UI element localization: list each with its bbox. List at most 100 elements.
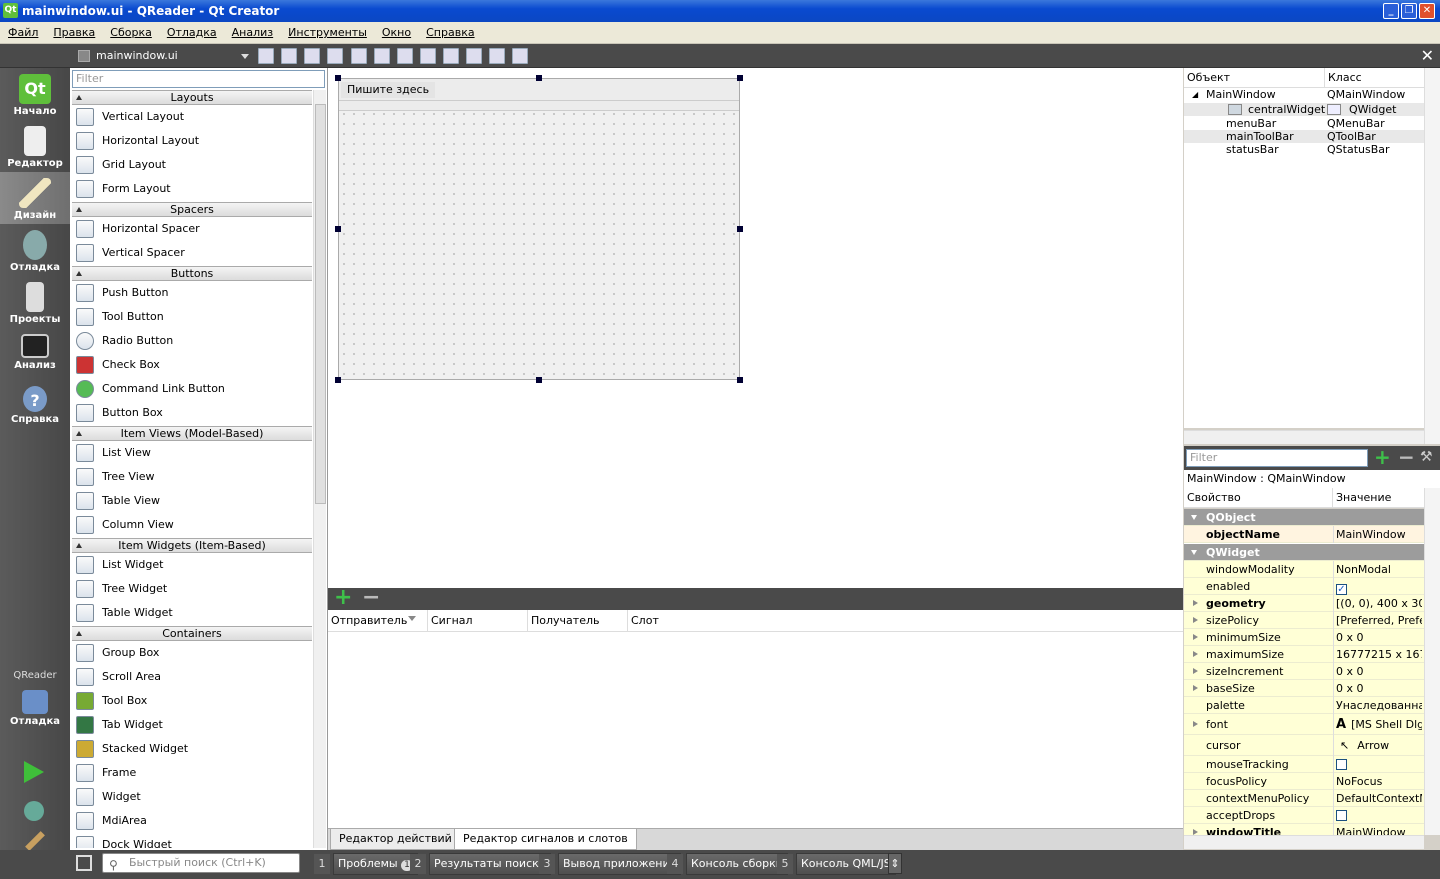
category-spacers[interactable]: Spacers xyxy=(72,202,312,217)
item-horizontal-layout[interactable]: Horizontal Layout xyxy=(74,129,310,153)
adjust-size-icon[interactable] xyxy=(512,48,528,64)
item-tool-button[interactable]: Tool Button xyxy=(74,305,310,329)
resize-handle-nw[interactable] xyxy=(335,75,341,81)
enabled-checkbox[interactable]: ✓ xyxy=(1336,584,1347,595)
menu-help[interactable]: Справка xyxy=(418,22,481,44)
mode-welcome[interactable]: Qt Начало xyxy=(0,68,70,120)
menu-window[interactable]: Окно xyxy=(374,22,418,44)
pane-search-results[interactable]: 2 Результаты поиска xyxy=(410,853,551,875)
prop-windowmodality[interactable]: windowModality NonModal xyxy=(1184,561,1424,578)
col-class[interactable]: Класс xyxy=(1324,68,1362,88)
item-group-box[interactable]: Group Box xyxy=(74,641,310,665)
expand-icon[interactable] xyxy=(1193,651,1198,657)
edit-taborder-icon[interactable] xyxy=(327,48,343,64)
property-filter-input[interactable]: Filter xyxy=(1186,449,1368,467)
menu-file[interactable]: Файл xyxy=(0,22,45,44)
item-vertical-layout[interactable]: Vertical Layout xyxy=(74,105,310,129)
item-tool-box[interactable]: Tool Box xyxy=(74,689,310,713)
prop-windowtitle[interactable]: windowTitle MainWindow xyxy=(1184,824,1424,835)
remove-connection-icon[interactable]: − xyxy=(362,587,380,609)
toggle-sidebar-icon[interactable] xyxy=(76,855,92,871)
layout-form-icon[interactable] xyxy=(443,48,459,64)
resize-handle-e[interactable] xyxy=(737,226,743,232)
prop-cursor[interactable]: cursor ↖ Arrow xyxy=(1184,735,1424,756)
item-list-widget[interactable]: List Widget xyxy=(74,553,310,577)
prop-palette[interactable]: paletteУнаследованная xyxy=(1184,697,1424,714)
mousetracking-checkbox[interactable] xyxy=(1336,759,1347,770)
layout-vertical-icon[interactable] xyxy=(374,48,390,64)
tree-row-maintoolbar[interactable]: mainToolBar QToolBar xyxy=(1184,130,1424,143)
document-combo[interactable]: mainwindow.ui xyxy=(74,47,252,65)
prop-focuspolicy[interactable]: focusPolicy NoFocus xyxy=(1184,773,1424,790)
col-slot[interactable]: Слот xyxy=(628,610,728,632)
resize-handle-ne[interactable] xyxy=(737,75,743,81)
tree-row-statusbar[interactable]: statusBar QStatusBar xyxy=(1184,143,1424,156)
more-panes-icon[interactable]: ⇕ xyxy=(888,853,902,874)
object-tree-vscrollbar[interactable] xyxy=(1424,68,1440,444)
layout-vsplitter-icon[interactable] xyxy=(420,48,436,64)
group-qwidget[interactable]: QWidget xyxy=(1184,544,1424,561)
item-radio-button[interactable]: Radio Button xyxy=(74,329,310,353)
maximize-button[interactable]: ❐ xyxy=(1401,3,1417,19)
item-button-box[interactable]: Button Box xyxy=(74,401,310,425)
col-sender[interactable]: Отправитель xyxy=(328,610,428,632)
item-table-widget[interactable]: Table Widget xyxy=(74,601,310,625)
mode-edit[interactable]: Редактор xyxy=(0,120,70,172)
property-hscrollbar[interactable] xyxy=(1184,835,1424,849)
break-layout-icon[interactable] xyxy=(489,48,505,64)
layout-horizontal-icon[interactable] xyxy=(351,48,367,64)
pane-issues[interactable]: 1 Проблемы 1 xyxy=(314,853,418,875)
item-check-box[interactable]: Check Box xyxy=(74,353,310,377)
mode-analyze[interactable]: Анализ xyxy=(0,328,70,380)
mode-debug[interactable]: Отладка xyxy=(0,224,70,276)
main-window-form[interactable]: Пишите здесь xyxy=(338,78,740,380)
resize-handle-w[interactable] xyxy=(335,226,341,232)
edit-widgets-icon[interactable] xyxy=(258,48,274,64)
menu-debug[interactable]: Отладка xyxy=(159,22,224,44)
item-vertical-spacer[interactable]: Vertical Spacer xyxy=(74,241,310,265)
object-tree-hscrollbar[interactable] xyxy=(1184,430,1424,444)
scrollbar-thumb[interactable] xyxy=(315,104,326,504)
item-list-view[interactable]: List View xyxy=(74,441,310,465)
mode-design[interactable]: Дизайн xyxy=(0,172,70,224)
item-stacked-widget[interactable]: Stacked Widget xyxy=(74,737,310,761)
col-signal[interactable]: Сигнал xyxy=(428,610,528,632)
build-config-selector[interactable]: Отладка xyxy=(0,684,70,736)
col-receiver[interactable]: Получатель xyxy=(528,610,628,632)
menu-analyze[interactable]: Анализ xyxy=(224,22,281,44)
close-button[interactable]: ✕ xyxy=(1419,3,1435,19)
prop-basesize[interactable]: baseSize 0 x 0 xyxy=(1184,680,1424,697)
minimize-button[interactable]: _ xyxy=(1383,3,1399,19)
tree-row-mainwindow[interactable]: ◢ MainWindow QMainWindow xyxy=(1184,88,1424,101)
tree-row-menubar[interactable]: menuBar QMenuBar xyxy=(1184,117,1424,130)
item-horizontal-spacer[interactable]: Horizontal Spacer xyxy=(74,217,310,241)
mode-help[interactable]: ? Справка xyxy=(0,380,70,432)
prop-objectname[interactable]: objectName MainWindow xyxy=(1184,526,1424,543)
wrench-icon[interactable]: ⚒ xyxy=(1420,449,1433,465)
col-property[interactable]: Свойство xyxy=(1184,488,1241,508)
resize-handle-sw[interactable] xyxy=(335,377,341,383)
prop-enabled[interactable]: enabled ✓ xyxy=(1184,578,1424,595)
prop-mousetracking[interactable]: mouseTracking xyxy=(1184,756,1424,773)
item-tree-view[interactable]: Tree View xyxy=(74,465,310,489)
prop-contextmenupolicy[interactable]: contextMenuPolicyDefaultContextM... xyxy=(1184,790,1424,807)
item-command-link-button[interactable]: Command Link Button xyxy=(74,377,310,401)
expand-icon[interactable] xyxy=(1193,617,1198,623)
close-editor-icon[interactable]: ✕ xyxy=(1421,47,1434,65)
edit-buddies-icon[interactable] xyxy=(304,48,320,64)
run-icon[interactable] xyxy=(24,761,44,783)
item-push-button[interactable]: Push Button xyxy=(74,281,310,305)
expand-icon[interactable] xyxy=(1193,634,1198,640)
prop-sizeincrement[interactable]: sizeIncrement 0 x 0 xyxy=(1184,663,1424,680)
add-connection-icon[interactable]: + xyxy=(334,587,352,609)
col-object[interactable]: Объект xyxy=(1184,68,1230,88)
tab-signal-slot-editor[interactable]: Редактор сигналов и слотов xyxy=(454,829,637,850)
item-scroll-area[interactable]: Scroll Area xyxy=(74,665,310,689)
layout-hsplitter-icon[interactable] xyxy=(397,48,413,64)
item-widget[interactable]: Widget xyxy=(74,785,310,809)
category-containers[interactable]: Containers xyxy=(72,626,312,641)
col-value[interactable]: Значение xyxy=(1332,488,1391,508)
signal-slot-list[interactable] xyxy=(328,632,1183,828)
tab-action-editor[interactable]: Редактор действий xyxy=(330,829,461,850)
item-tree-widget[interactable]: Tree Widget xyxy=(74,577,310,601)
